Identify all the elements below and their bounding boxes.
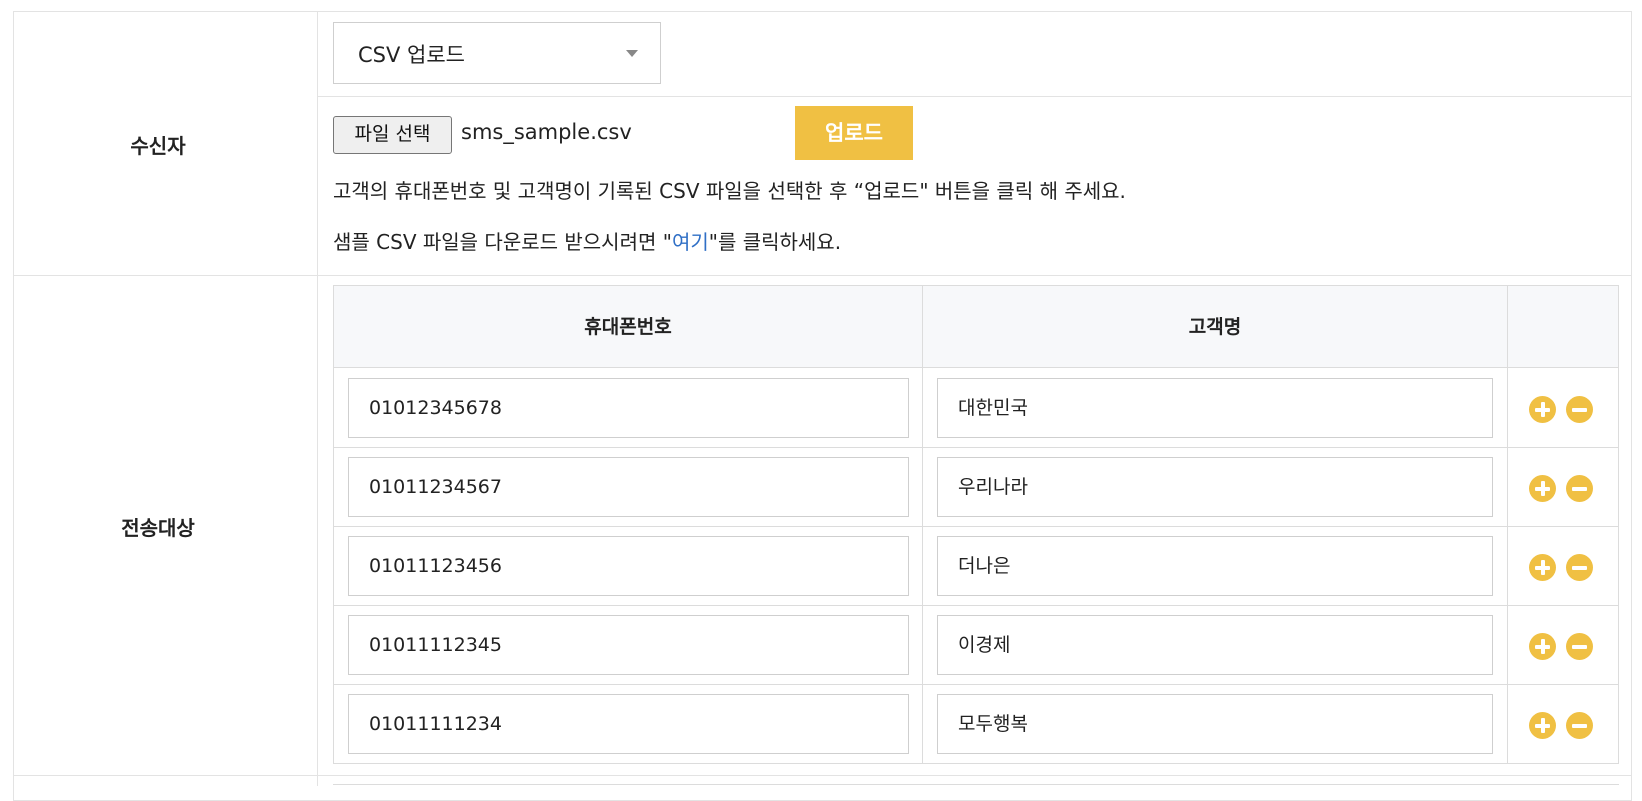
row-divider-targets [13, 775, 1632, 776]
table-row-divider [334, 447, 1618, 448]
col-divider-2 [1507, 286, 1508, 763]
recipient-type-select[interactable]: CSV 업로드 [333, 22, 661, 84]
row-divider-recipient [13, 275, 1632, 276]
minus-circle-icon[interactable] [1566, 475, 1593, 502]
column-header-phone: 휴대폰번호 [584, 316, 672, 338]
table-row-divider [334, 605, 1618, 606]
phone-input[interactable]: 01012345678 [348, 378, 909, 438]
col-divider-1 [922, 286, 923, 763]
recipient-label: 수신자 [130, 134, 186, 158]
minus-circle-icon[interactable] [1566, 633, 1593, 660]
sample-suffix: "를 클릭하세요. [708, 230, 842, 254]
sample-download-text: 샘플 CSV 파일을 다운로드 받으시려면 "여기"를 클릭하세요. [333, 226, 841, 255]
name-input[interactable]: 모두행복 [937, 694, 1493, 754]
sample-download-link[interactable]: 여기 [672, 230, 709, 254]
phone-input[interactable]: 01011112345 [348, 615, 909, 675]
table-row-divider [334, 684, 1618, 685]
selected-file-name: sms_sample.csv [461, 120, 632, 144]
phone-input[interactable]: 01011234567 [348, 457, 909, 517]
plus-circle-icon[interactable] [1529, 475, 1556, 502]
phone-input[interactable]: 01011111234 [348, 694, 909, 754]
sample-prefix: 샘플 CSV 파일을 다운로드 받으시려면 " [333, 230, 672, 254]
upload-instructions: 고객의 휴대폰번호 및 고객명이 기록된 CSV 파일을 선택한 후 “업로드"… [333, 179, 1126, 203]
header-divider [334, 367, 1618, 368]
table-row-divider [334, 526, 1618, 527]
row-divider-top [318, 96, 1632, 97]
plus-circle-icon[interactable] [1529, 396, 1556, 423]
plus-circle-icon[interactable] [1529, 712, 1556, 739]
name-input[interactable]: 더나은 [937, 536, 1493, 596]
column-header-name: 고객명 [1188, 316, 1242, 338]
next-row-top-border [333, 784, 1619, 785]
select-value: CSV 업로드 [358, 43, 465, 67]
minus-circle-icon[interactable] [1566, 554, 1593, 581]
phone-input[interactable]: 01011123456 [348, 536, 909, 596]
label-column-divider [317, 11, 318, 786]
plus-circle-icon[interactable] [1529, 554, 1556, 581]
targets-label: 전송대상 [121, 516, 195, 540]
name-input[interactable]: 이경제 [937, 615, 1493, 675]
minus-circle-icon[interactable] [1566, 396, 1593, 423]
chevron-down-icon [626, 50, 638, 57]
name-input[interactable]: 우리나라 [937, 457, 1493, 517]
file-select-button[interactable]: 파일 선택 [333, 116, 452, 154]
minus-circle-icon[interactable] [1566, 712, 1593, 739]
plus-circle-icon[interactable] [1529, 633, 1556, 660]
upload-button[interactable]: 업로드 [795, 106, 913, 160]
name-input[interactable]: 대한민국 [937, 378, 1493, 438]
